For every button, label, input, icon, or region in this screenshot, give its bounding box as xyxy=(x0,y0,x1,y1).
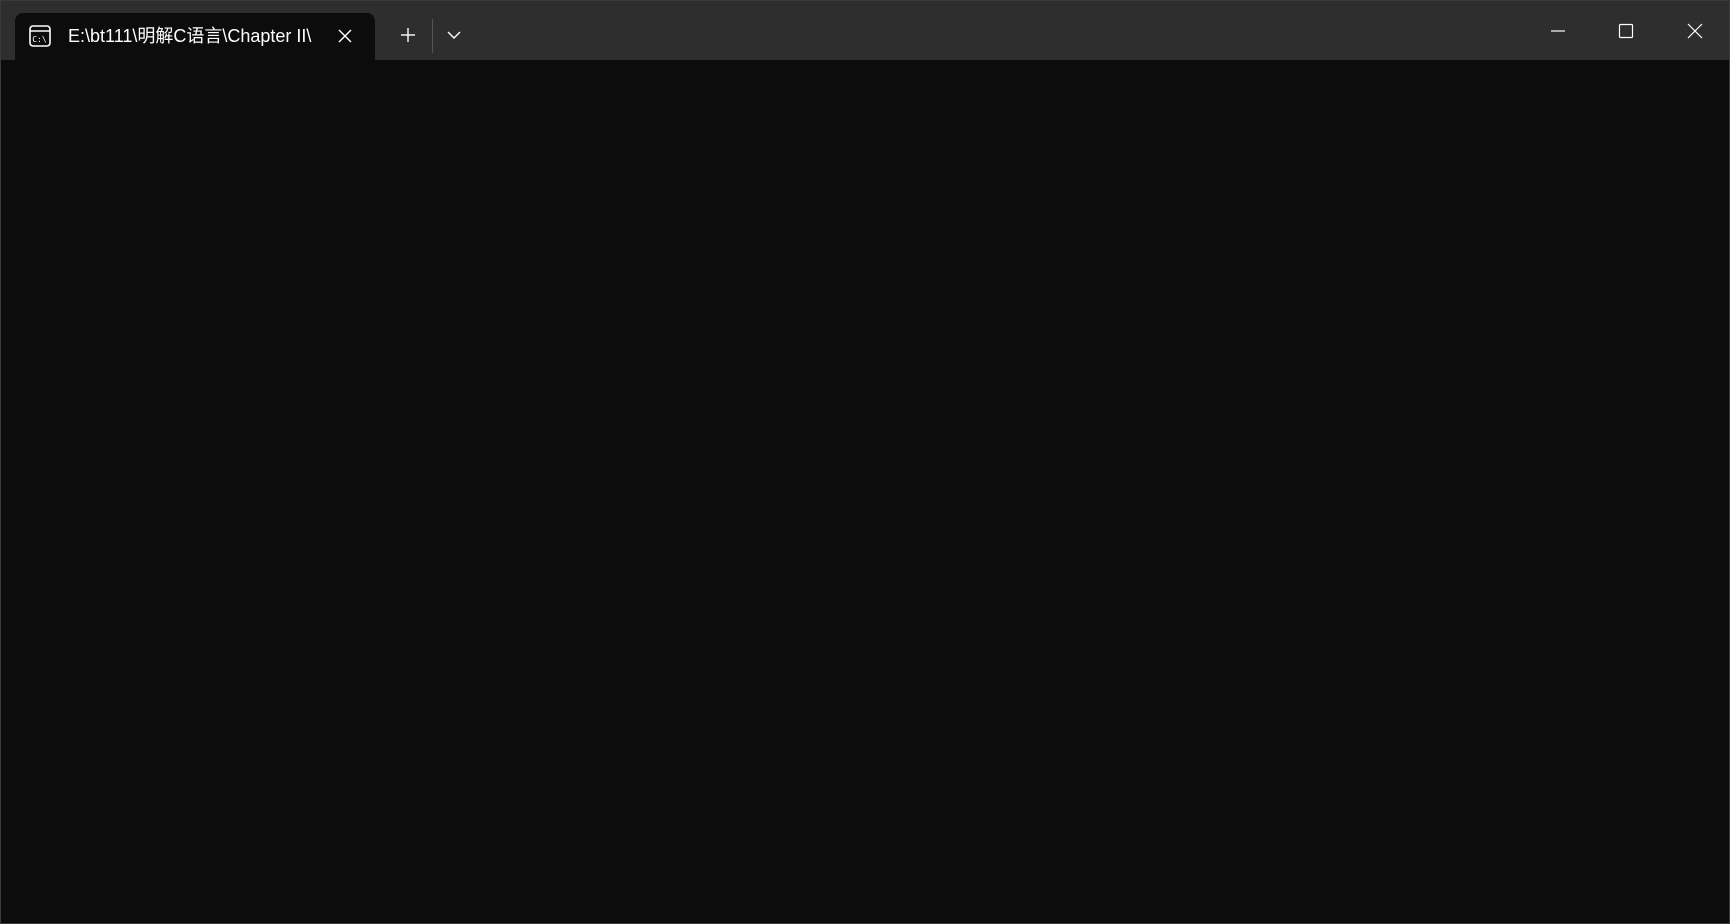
profile-dropdown-button[interactable] xyxy=(437,18,471,52)
terminal-content-area[interactable] xyxy=(1,60,1729,923)
maximize-button[interactable] xyxy=(1592,1,1660,60)
new-tab-button[interactable] xyxy=(391,18,425,52)
plus-icon xyxy=(401,28,415,42)
minimize-icon xyxy=(1551,29,1565,32)
terminal-window: C:\ E:\bt111\明解C语言\Chapter II\ xyxy=(0,0,1730,924)
title-bar[interactable]: C:\ E:\bt111\明解C语言\Chapter II\ xyxy=(1,1,1729,60)
maximize-icon xyxy=(1618,23,1634,38)
terminal-tab[interactable]: C:\ E:\bt111\明解C语言\Chapter II\ xyxy=(15,13,375,60)
svg-text:C:\: C:\ xyxy=(32,35,47,44)
close-icon xyxy=(338,29,352,43)
tab-divider xyxy=(432,19,433,53)
chevron-down-icon xyxy=(447,31,461,39)
tab-title: E:\bt111\明解C语言\Chapter II\ xyxy=(68,26,312,46)
tab-close-button[interactable] xyxy=(333,24,357,48)
command-prompt-icon: C:\ xyxy=(29,25,51,47)
window-close-button[interactable] xyxy=(1661,1,1729,60)
minimize-button[interactable] xyxy=(1524,1,1592,60)
close-icon xyxy=(1687,23,1703,38)
